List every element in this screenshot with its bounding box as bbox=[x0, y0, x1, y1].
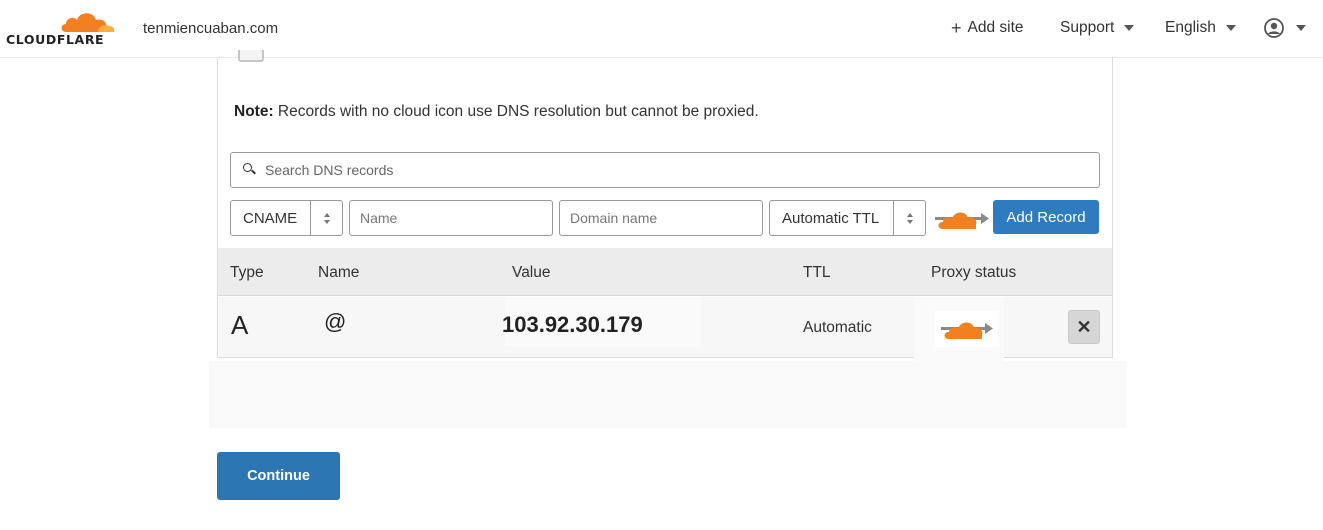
record-value[interactable]: 103.92.30.179 bbox=[502, 312, 643, 338]
select-arrows-icon bbox=[310, 201, 342, 235]
ttl-select[interactable]: Automatic TTL bbox=[769, 200, 926, 236]
cloud-logo-icon bbox=[61, 13, 115, 32]
proxy-cloud-toggle-icon[interactable] bbox=[933, 205, 989, 231]
logo-text: CLOUDFLARE bbox=[6, 32, 105, 47]
record-type-value: CNAME bbox=[243, 209, 298, 227]
record-ttl: Automatic bbox=[803, 319, 872, 336]
add-site-label: Add site bbox=[967, 19, 1024, 36]
search-dns-records bbox=[230, 152, 1100, 188]
record-name-input[interactable] bbox=[349, 200, 553, 236]
chevron-down-icon bbox=[1296, 25, 1306, 31]
table-header: Type Name Value TTL Proxy status bbox=[218, 248, 1112, 296]
note-text: Records with no cloud icon use DNS resol… bbox=[273, 103, 759, 120]
current-domain[interactable]: tenmiencuaban.com bbox=[143, 20, 278, 37]
partial-checkbox[interactable] bbox=[238, 50, 264, 62]
user-menu[interactable] bbox=[1264, 18, 1306, 38]
cloudflare-logo[interactable]: CLOUDFLARE bbox=[6, 8, 116, 48]
select-arrows-icon bbox=[893, 201, 925, 235]
top-navigation-bar: CLOUDFLARE tenmiencuaban.com + Add site … bbox=[0, 0, 1323, 58]
search-icon bbox=[243, 163, 257, 177]
delete-record-button[interactable]: ✕ bbox=[1068, 310, 1100, 344]
card-footer-area bbox=[209, 361, 1126, 428]
add-site-link[interactable]: + Add site bbox=[951, 19, 1024, 37]
ttl-value: Automatic TTL bbox=[782, 209, 880, 227]
proxy-note: Note: Records with no cloud icon use DNS… bbox=[234, 103, 759, 121]
record-domain-input[interactable] bbox=[559, 200, 763, 236]
column-header-proxy-status[interactable]: Proxy status bbox=[931, 264, 1016, 282]
language-menu[interactable]: English bbox=[1165, 19, 1236, 37]
continue-button[interactable]: Continue bbox=[217, 452, 340, 500]
record-name: @ bbox=[324, 309, 347, 334]
record-proxy-status[interactable] bbox=[935, 311, 997, 347]
column-header-ttl[interactable]: TTL bbox=[803, 264, 831, 282]
proxied-cloud-icon bbox=[941, 322, 993, 339]
add-record-button[interactable]: Add Record bbox=[993, 200, 1099, 234]
column-header-name[interactable]: Name bbox=[318, 264, 359, 282]
column-header-type[interactable]: Type bbox=[230, 264, 264, 282]
record-type-select[interactable]: CNAME bbox=[230, 200, 343, 236]
support-menu[interactable]: Support bbox=[1060, 19, 1135, 37]
note-label: Note: bbox=[234, 103, 274, 120]
user-circle-icon bbox=[1264, 18, 1284, 38]
support-label: Support bbox=[1060, 19, 1115, 36]
plus-icon: + bbox=[951, 17, 962, 38]
column-header-value[interactable]: Value bbox=[512, 264, 551, 282]
search-input[interactable] bbox=[265, 162, 1065, 178]
language-label: English bbox=[1165, 19, 1216, 36]
chevron-down-icon bbox=[1225, 25, 1236, 31]
chevron-down-icon bbox=[1124, 25, 1135, 31]
record-type: A bbox=[231, 310, 249, 340]
